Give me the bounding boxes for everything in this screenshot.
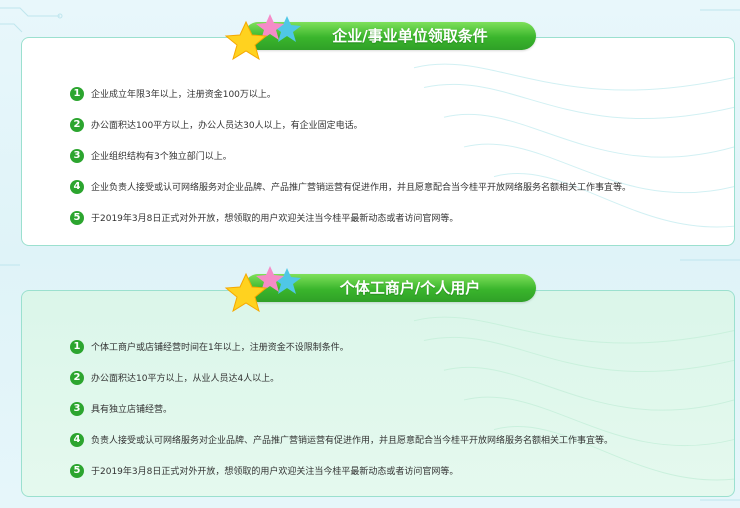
section-title: 企业/事业单位领取条件 xyxy=(332,27,488,45)
individual-conditions-list: 1 个体工商户或店铺经营时间在1年以上，注册资金不设限制条件。 2 办公面积达10平… xyxy=(70,331,613,486)
condition-text: 企业组织结构有3个独立部门以上。 xyxy=(91,152,232,162)
number-badge: 2 xyxy=(70,370,84,385)
number-badge: 5 xyxy=(70,463,84,478)
list-item: 3 企业组织结构有3个独立部门以上。 xyxy=(70,140,631,171)
condition-text: 具有独立店铺经营。 xyxy=(91,405,173,415)
condition-text: 于2019年3月8日正式对外开放，想领取的用户欢迎关注当今桂平最新动态或者访问官… xyxy=(91,467,459,477)
number-badge: 1 xyxy=(70,86,84,101)
list-item: 1 企业成立年限3年以上，注册资金100万以上。 xyxy=(70,78,631,109)
list-item: 2 办公面积达100平方以上，办公人员达30人以上，有企业固定电话。 xyxy=(70,109,631,140)
condition-text: 于2019年3月8日正式对外开放，想领取的用户欢迎关注当今桂平最新动态或者访问官… xyxy=(91,214,459,224)
number-badge: 4 xyxy=(70,432,84,447)
number-badge: 5 xyxy=(70,210,84,225)
enterprise-conditions-list: 1 企业成立年限3年以上，注册资金100万以上。 2 办公面积达100平方以上，办公… xyxy=(70,78,631,233)
section-banner: 个体工商户/个人用户 xyxy=(222,266,540,313)
list-item: 2 办公面积达10平方以上，从业人员达4人以上。 xyxy=(70,362,613,393)
list-item: 5 于2019年3月8日正式对外开放，想领取的用户欢迎关注当今桂平最新动态或者访问… xyxy=(70,455,613,486)
number-badge: 2 xyxy=(70,117,84,132)
section-title: 个体工商户/个人用户 xyxy=(339,279,481,297)
condition-text: 办公面积达10平方以上，从业人员达4人以上。 xyxy=(91,374,280,384)
number-badge: 3 xyxy=(70,148,84,163)
section-banner: 企业/事业单位领取条件 xyxy=(222,14,540,61)
number-badge: 3 xyxy=(70,401,84,416)
condition-text: 企业负责人接受或认可网络服务对企业品牌、产品推广营销运营有促进作用，并且愿意配合… xyxy=(91,183,632,193)
list-item: 1 个体工商户或店铺经营时间在1年以上，注册资金不设限制条件。 xyxy=(70,331,613,362)
condition-text: 企业成立年限3年以上，注册资金100万以上。 xyxy=(91,90,276,100)
stars-icon xyxy=(224,14,301,61)
number-badge: 4 xyxy=(70,179,84,194)
individual-conditions-panel: 1 个体工商户或店铺经营时间在1年以上，注册资金不设限制条件。 2 办公面积达10平… xyxy=(21,290,735,497)
list-item: 4 企业负责人接受或认可网络服务对企业品牌、产品推广营销运营有促进作用，并且愿意配… xyxy=(70,171,631,202)
list-item: 3 具有独立店铺经营。 xyxy=(70,393,613,424)
condition-text: 负责人接受或认可网络服务对企业品牌、产品推广营销运营有促进作用，并且愿意配合当今… xyxy=(91,436,614,446)
number-badge: 1 xyxy=(70,339,84,354)
stars-icon xyxy=(224,266,301,313)
enterprise-conditions-panel: 1 企业成立年限3年以上，注册资金100万以上。 2 办公面积达100平方以上，办公… xyxy=(21,37,735,246)
condition-text: 个体工商户或店铺经营时间在1年以上，注册资金不设限制条件。 xyxy=(91,343,349,353)
list-item: 4 负责人接受或认可网络服务对企业品牌、产品推广营销运营有促进作用，并且愿意配合当… xyxy=(70,424,613,455)
condition-text: 办公面积达100平方以上，办公人员达30人以上，有企业固定电话。 xyxy=(91,121,363,131)
list-item: 5 于2019年3月8日正式对外开放，想领取的用户欢迎关注当今桂平最新动态或者访问… xyxy=(70,202,631,233)
